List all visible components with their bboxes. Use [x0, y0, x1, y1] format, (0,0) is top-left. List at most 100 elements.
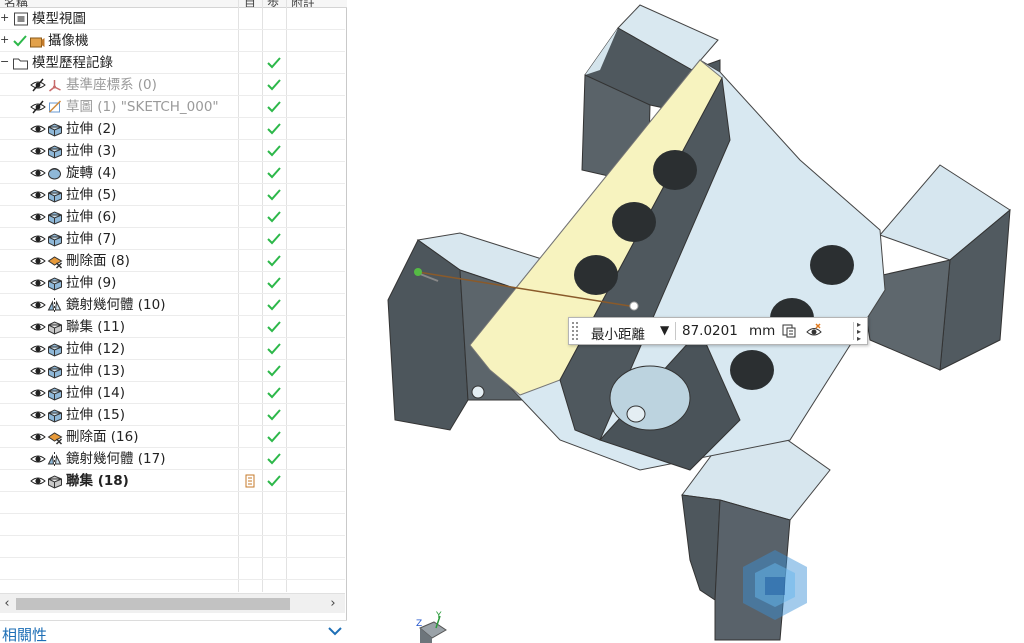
- tree-row[interactable]: 刪除面 (16): [0, 426, 345, 448]
- related-panel-header[interactable]: 相關性: [0, 620, 347, 643]
- up-to-date-check-icon: [267, 365, 281, 377]
- visibility-check-icon[interactable]: [12, 33, 28, 49]
- tree-row-label: 拉伸 (6): [66, 209, 117, 225]
- tree-row[interactable]: + 攝像機: [0, 30, 345, 52]
- eye-icon[interactable]: [30, 451, 46, 467]
- eye-icon[interactable]: [30, 341, 46, 357]
- tree-row-label: 刪除面 (8): [66, 253, 130, 269]
- column-c-header[interactable]: 附註: [291, 0, 315, 7]
- tree-row[interactable]: 旋轉 (4): [0, 162, 345, 184]
- tree-row[interactable]: 拉伸 (3): [0, 140, 345, 162]
- eye-hidden-icon[interactable]: [30, 77, 46, 93]
- empty-row: [0, 558, 345, 580]
- tree-row[interactable]: 拉伸 (6): [0, 206, 345, 228]
- extrude-icon: [48, 343, 62, 357]
- tree-row-label: 拉伸 (7): [66, 231, 117, 247]
- horizontal-scrollbar[interactable]: ‹ ›: [0, 593, 345, 613]
- eye-icon[interactable]: [30, 187, 46, 203]
- expand-toggle-icon[interactable]: +: [0, 12, 10, 24]
- eye-icon[interactable]: [30, 165, 46, 181]
- extrude-icon: [48, 387, 62, 401]
- up-to-date-check-icon: [267, 123, 281, 135]
- eye-icon[interactable]: [30, 473, 46, 489]
- column-b-header[interactable]: 歩: [267, 0, 279, 7]
- expand-toggle-icon[interactable]: −: [0, 56, 10, 68]
- eye-icon[interactable]: [30, 429, 46, 445]
- tree-row[interactable]: 草圖 (1) "SKETCH_000": [0, 96, 345, 118]
- part-navigator: 名稱 目 歩 附註 + 模型視圖 + 攝像機 − 模型歷程記錄基準座標系 (0) 草圖 (1…: [0, 0, 347, 643]
- tree-row-label: 鏡射幾何體 (17): [66, 451, 166, 467]
- chevron-down-icon[interactable]: [327, 623, 343, 639]
- tree-row[interactable]: 拉伸 (2): [0, 118, 345, 140]
- up-to-date-check-icon: [267, 277, 281, 289]
- tree-row[interactable]: − 模型歷程記錄: [0, 52, 345, 74]
- eye-icon[interactable]: [30, 121, 46, 137]
- mirror-geometry-icon: [47, 298, 62, 312]
- column-name-header[interactable]: 名稱: [4, 0, 28, 7]
- eye-icon[interactable]: [30, 297, 46, 313]
- extrude-icon: [48, 233, 62, 247]
- tree-row-label: 攝像機: [48, 33, 89, 49]
- tree-row[interactable]: 基準座標系 (0): [0, 74, 345, 96]
- scroll-thumb[interactable]: [16, 598, 290, 610]
- scroll-right-icon[interactable]: ›: [326, 596, 340, 611]
- tree-row-label: 拉伸 (3): [66, 143, 117, 159]
- up-to-date-check-icon: [267, 453, 281, 465]
- tree-row-label: 拉伸 (5): [66, 187, 117, 203]
- tree-row[interactable]: 拉伸 (7): [0, 228, 345, 250]
- measure-distance-box[interactable]: 最小距離 ▼ 87.0201 mm ▸ ▸ ▸: [568, 317, 868, 345]
- tree-row[interactable]: 拉伸 (12): [0, 338, 345, 360]
- eye-hidden-icon[interactable]: [30, 99, 46, 115]
- tree-row[interactable]: 刪除面 (8): [0, 250, 345, 272]
- tree-row-label: 聯集 (11): [66, 319, 126, 335]
- tree-row[interactable]: + 模型視圖: [0, 8, 345, 30]
- eye-icon[interactable]: [30, 275, 46, 291]
- tree-row[interactable]: 拉伸 (5): [0, 184, 345, 206]
- tree-row-label: 鏡射幾何體 (10): [66, 297, 166, 313]
- up-to-date-check-icon: [267, 343, 281, 355]
- empty-row: [0, 514, 345, 536]
- tree-row[interactable]: 聯集 (18): [0, 470, 345, 492]
- up-to-date-check-icon: [267, 299, 281, 311]
- measure-type-label[interactable]: 最小距離: [591, 323, 645, 343]
- tree-row[interactable]: 拉伸 (15): [0, 404, 345, 426]
- up-to-date-check-icon: [267, 409, 281, 421]
- scroll-left-icon[interactable]: ‹: [0, 596, 14, 611]
- tree-row[interactable]: 鏡射幾何體 (10): [0, 294, 345, 316]
- measure-unit: mm: [749, 323, 776, 339]
- extrude-icon: [48, 277, 62, 291]
- tree-row[interactable]: 聯集 (11): [0, 316, 345, 338]
- tree-row-label: 模型歷程記錄: [32, 55, 113, 71]
- eye-icon[interactable]: [30, 363, 46, 379]
- eye-icon[interactable]: [30, 319, 46, 335]
- unite-icon: [48, 475, 62, 489]
- sketch-icon: [48, 100, 62, 113]
- tree-row[interactable]: 拉伸 (14): [0, 382, 345, 404]
- tree-row[interactable]: 拉伸 (13): [0, 360, 345, 382]
- tree-row-label: 拉伸 (12): [66, 341, 126, 357]
- eye-icon[interactable]: [30, 231, 46, 247]
- eye-icon[interactable]: [30, 143, 46, 159]
- tree-row-label: 模型視圖: [32, 11, 86, 27]
- copy-value-icon[interactable]: [781, 323, 797, 339]
- extrude-icon: [48, 211, 62, 225]
- eye-icon[interactable]: [30, 407, 46, 423]
- eye-icon[interactable]: [30, 385, 46, 401]
- tree-row[interactable]: 鏡射幾何體 (17): [0, 448, 345, 470]
- drag-grip[interactable]: [571, 321, 579, 341]
- expand-toggle-icon[interactable]: +: [0, 34, 10, 46]
- tree-row[interactable]: 拉伸 (9): [0, 272, 345, 294]
- column-a-header[interactable]: 目: [244, 0, 256, 7]
- extrude-icon: [48, 409, 62, 423]
- eye-icon[interactable]: [30, 253, 46, 269]
- show-dimension-icon[interactable]: [805, 323, 823, 339]
- dropdown-arrow-icon[interactable]: ▼: [660, 323, 669, 337]
- separator: [675, 322, 676, 340]
- delete-face-icon: [47, 256, 63, 269]
- coordinate-triad: Y Z: [416, 611, 447, 643]
- extrude-icon: [48, 365, 62, 379]
- up-to-date-check-icon: [267, 79, 281, 91]
- related-panel-title: 相關性: [2, 626, 48, 643]
- eye-icon[interactable]: [30, 209, 46, 225]
- options-arrows-icon[interactable]: ▸ ▸ ▸: [857, 321, 861, 343]
